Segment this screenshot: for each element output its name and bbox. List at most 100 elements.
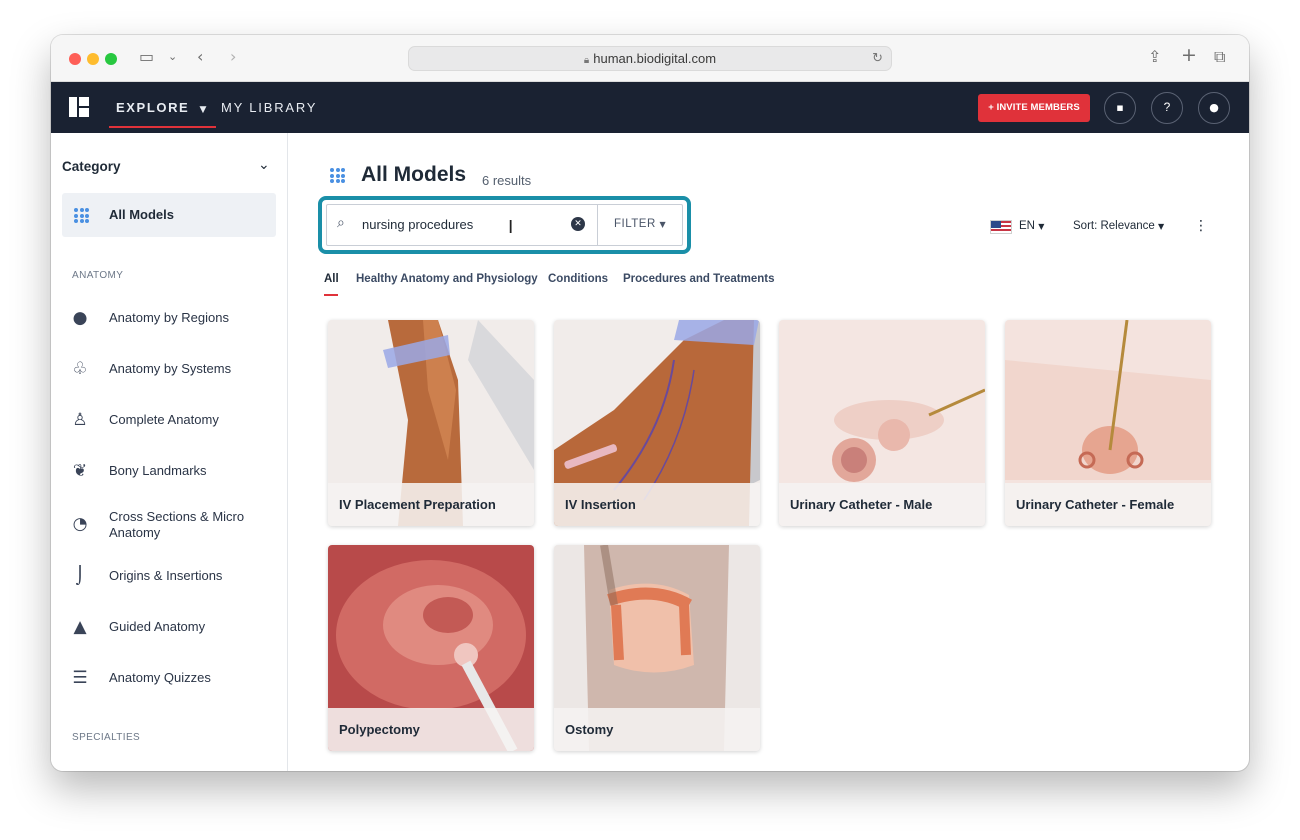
specialties-section-label: SPECIALTIES [72, 732, 141, 743]
nav-my-library[interactable]: MY LIBRARY [221, 82, 317, 133]
us-flag-icon[interactable] [990, 220, 1012, 234]
browser-window: ▭ ⌄ ‹ › 🔒︎ human.biodigital.com ↻ ⇪ + ⧉ E… [51, 35, 1249, 771]
grid-icon [74, 208, 89, 223]
sidebar-item-bony-landmarks[interactable]: ❦ Bony Landmarks [62, 459, 276, 485]
card-caption: Urinary Catheter - Female [1005, 483, 1211, 526]
clear-search-icon[interactable]: ✕ [571, 217, 585, 231]
tab-all[interactable]: All [324, 273, 339, 285]
text-cursor-icon: Ⅰ [508, 217, 514, 238]
sidebar-item-cross-sections[interactable]: ◔ Cross Sections & Micro Anatomy [62, 508, 276, 544]
bone-icon: ❦ [72, 461, 88, 481]
sidebar-item-anatomy-by-regions[interactable]: ● Anatomy by Regions [62, 306, 276, 332]
head-icon: ● [72, 308, 88, 328]
card-title: Urinary Catheter - Male [790, 497, 933, 512]
chat-button[interactable]: ▪︎ [1104, 92, 1136, 124]
sidebar-item-label: Anatomy by Regions [109, 310, 229, 325]
sidebar-item-label: Bony Landmarks [109, 463, 207, 478]
chevron-down-icon[interactable]: ⌄ [168, 47, 177, 67]
close-window-button[interactable] [69, 53, 81, 65]
sidebar-item-all-models[interactable]: All Models [62, 193, 276, 237]
sort-label: Sort: Relevance [1073, 220, 1155, 232]
back-icon[interactable]: ‹ [197, 47, 203, 67]
card-caption: Polypectomy [328, 708, 534, 751]
lungs-icon: ♧ [72, 359, 88, 379]
model-card[interactable]: Polypectomy [328, 545, 534, 751]
user-icon: ● [1209, 101, 1219, 114]
caret-down-icon: ▼ [199, 105, 209, 115]
tab-conditions[interactable]: Conditions [548, 273, 608, 285]
leg-icon: ⌡ [75, 566, 85, 586]
language-label: EN [1019, 220, 1035, 232]
card-title: Ostomy [565, 722, 614, 737]
card-caption: Urinary Catheter - Male [779, 483, 985, 526]
sidebar-item-origins-insertions[interactable]: ⌡ Origins & Insertions [62, 564, 276, 590]
anatomy-section-label: ANATOMY [72, 270, 124, 281]
model-card[interactable]: IV Insertion [554, 320, 760, 526]
main-content: All Models 6 results ⌕ nursing procedure… [289, 133, 1249, 771]
model-card[interactable]: IV Placement Preparation [328, 320, 534, 526]
search-input[interactable]: ⌕ nursing procedures Ⅰ ✕ FILTER ▼ [326, 204, 683, 246]
category-sidebar: Category ⌄ All Models ANATOMY ● Anatomy … [51, 133, 288, 771]
sidebar-item-label: All Models [109, 207, 175, 222]
sidebar-item-anatomy-by-systems[interactable]: ♧ Anatomy by Systems [62, 357, 276, 383]
graduation-cap-icon: ▲ [73, 617, 87, 637]
card-caption: IV Placement Preparation [328, 483, 534, 526]
forward-icon[interactable]: › [230, 47, 236, 67]
caret-down-icon: ▼ [1038, 222, 1045, 231]
filter-button[interactable]: FILTER ▼ [614, 218, 666, 230]
lock-icon: 🔒︎ [583, 55, 590, 66]
reload-icon[interactable]: ↻ [872, 47, 883, 70]
sidebar-item-label: Cross Sections & Micro Anatomy [109, 509, 245, 540]
caret-down-icon: ▼ [1158, 222, 1165, 231]
model-card[interactable]: Urinary Catheter - Female [1005, 320, 1211, 526]
card-title: Urinary Catheter - Female [1016, 497, 1175, 512]
account-button[interactable]: ● [1198, 92, 1230, 124]
results-count: 6 results [482, 173, 532, 188]
card-title: IV Insertion [565, 497, 636, 512]
sidebar-item-anatomy-quizzes[interactable]: ☰ Anatomy Quizzes [62, 666, 276, 692]
sidebar-item-guided-anatomy[interactable]: ▲ Guided Anatomy [62, 615, 276, 641]
tab-procedures[interactable]: Procedures and Treatments [623, 273, 774, 285]
model-card[interactable]: Urinary Catheter - Male [779, 320, 985, 526]
search-value[interactable]: nursing procedures [362, 217, 473, 232]
sort-dropdown[interactable]: Sort: Relevance ▼ [1073, 220, 1164, 232]
category-heading: Category [62, 159, 121, 174]
search-highlight: ⌕ nursing procedures Ⅰ ✕ FILTER ▼ [318, 196, 691, 254]
help-button[interactable]: ? [1151, 92, 1183, 124]
tab-healthy-anatomy[interactable]: Healthy Anatomy and Physiology [356, 273, 538, 285]
divider [597, 205, 598, 245]
minimize-window-button[interactable] [87, 53, 99, 65]
collapse-chevron-icon[interactable]: ⌄ [258, 157, 270, 173]
model-card[interactable]: Ostomy [554, 545, 760, 751]
tab-overview-icon[interactable]: ⧉ [1214, 47, 1225, 67]
sidebar-item-label: Origins & Insertions [109, 568, 223, 583]
share-icon[interactable]: ⇪ [1148, 47, 1161, 67]
search-icon: ⌕ [337, 215, 345, 231]
grid-icon [330, 168, 345, 183]
sidebar-toggle-icon[interactable]: ▭ [139, 47, 154, 67]
more-options-icon[interactable]: ⋮ [1194, 218, 1208, 234]
address-bar[interactable]: 🔒︎ human.biodigital.com ↻ [408, 46, 892, 71]
language-selector[interactable]: EN ▼ [1019, 220, 1044, 232]
biodigital-logo[interactable] [69, 97, 89, 117]
url-text: human.biodigital.com [593, 51, 717, 66]
checklist-icon: ☰ [72, 668, 88, 688]
nav-explore[interactable]: EXPLORE ▼ [109, 82, 217, 133]
filter-label: FILTER [614, 218, 656, 230]
card-title: IV Placement Preparation [339, 497, 496, 512]
browser-toolbar: ▭ ⌄ ‹ › 🔒︎ human.biodigital.com ↻ ⇪ + ⧉ [51, 35, 1249, 82]
zoom-window-button[interactable] [105, 53, 117, 65]
sidebar-item-label: Anatomy by Systems [109, 361, 232, 376]
sidebar-item-label: Guided Anatomy [109, 619, 206, 634]
card-title: Polypectomy [339, 722, 420, 737]
caret-down-icon: ▼ [659, 220, 667, 229]
human-figure-icon: ♙ [72, 410, 88, 430]
sidebar-item-complete-anatomy[interactable]: ♙ Complete Anatomy [62, 408, 276, 434]
active-tab-underline [324, 294, 338, 296]
app-header: EXPLORE ▼ MY LIBRARY + INVITE MEMBERS ▪︎… [51, 82, 1249, 133]
chat-bubble-icon: ▪︎ [1116, 101, 1124, 114]
invite-members-button[interactable]: + INVITE MEMBERS [978, 94, 1090, 122]
kidney-icon: ◔ [72, 514, 88, 534]
new-tab-icon[interactable]: + [1181, 45, 1197, 65]
sidebar-item-label: Anatomy Quizzes [109, 670, 211, 685]
